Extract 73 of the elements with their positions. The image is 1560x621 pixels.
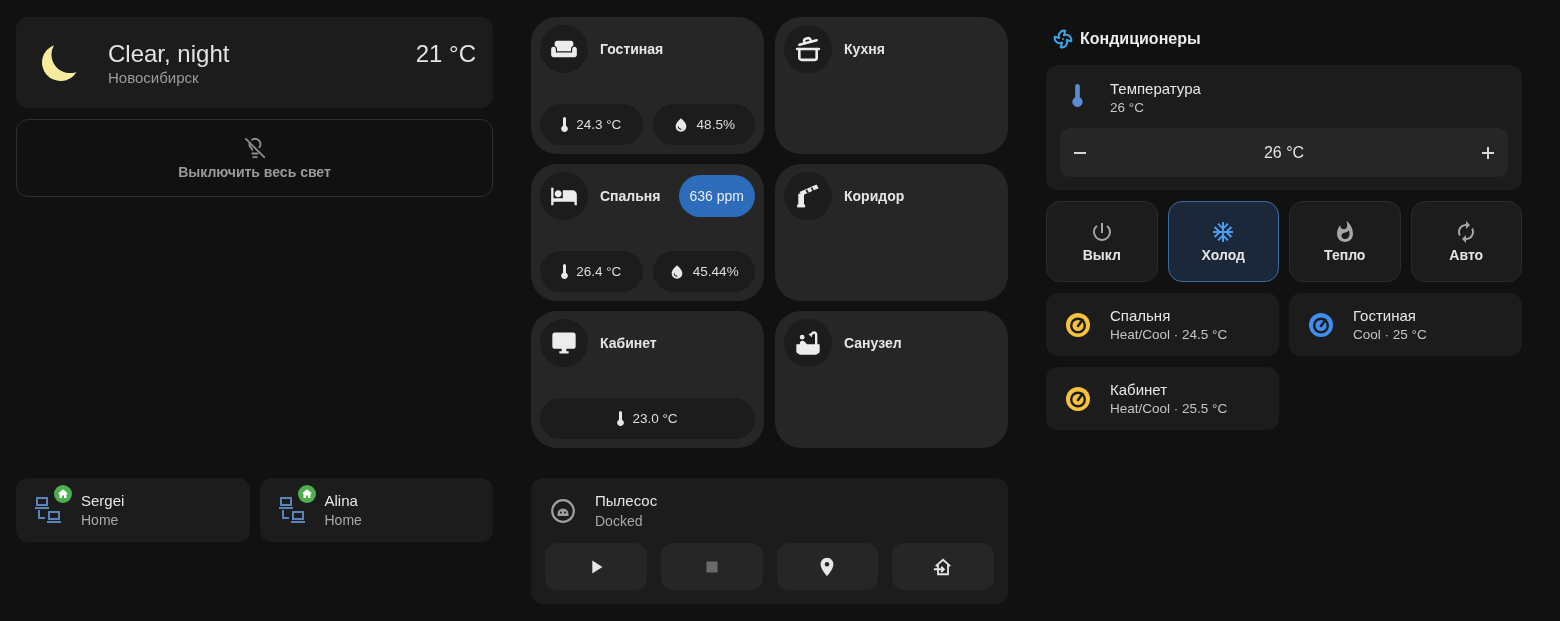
weather-temperature: 21 °C: [415, 38, 476, 69]
room-card[interactable]: Кухня: [775, 17, 1008, 154]
sensor-value: 23.0 °C: [632, 411, 678, 426]
sensor-value: 26.4 °C: [576, 264, 622, 279]
section-title: Кондиционеры: [1080, 30, 1201, 48]
person-name: Alina: [324, 491, 359, 511]
sensor-value: 48.5%: [696, 117, 735, 132]
person-state: Home: [81, 511, 120, 529]
mode-button[interactable]: Выкл: [1046, 201, 1158, 282]
mode-button[interactable]: Холод: [1167, 201, 1279, 282]
thermometer-icon: [617, 411, 625, 426]
room-card[interactable]: Гостиная 24.3 °C 48.5%: [531, 17, 764, 154]
room-name: Гостиная: [600, 41, 665, 57]
room-name: Спальня: [600, 188, 662, 204]
bed-icon: [540, 172, 588, 220]
monitor-icon: [540, 319, 588, 367]
home-badge-icon: [54, 485, 72, 503]
sensor-value: 45.44%: [692, 264, 739, 279]
climate-unit-card[interactable]: Спальня Heat/Cool · 24.5 °C: [1046, 293, 1279, 356]
fan-icon: [1053, 29, 1073, 49]
room-card[interactable]: Санузел: [775, 311, 1008, 448]
locate-button[interactable]: [776, 543, 879, 590]
room-name: Коридор: [844, 188, 906, 204]
person-name: Sergei: [81, 491, 125, 511]
person-card[interactable]: Sergei Home: [16, 478, 250, 542]
temperature-name: Температура: [1110, 79, 1201, 99]
climate-unit-card[interactable]: Кабинет Heat/Cool · 25.5 °C: [1046, 367, 1279, 430]
increase-button[interactable]: [1482, 146, 1494, 159]
unit-state: Heat/Cool · 24.5 °C: [1110, 325, 1228, 344]
sensor-value: 24.3 °C: [576, 117, 622, 132]
unit-name: Кабинет: [1110, 379, 1169, 400]
room-card[interactable]: Кабинет 23.0 °C: [531, 311, 764, 448]
unit-name: Гостиная: [1353, 305, 1417, 326]
network-laptops-icon: [35, 496, 63, 524]
person-card[interactable]: Alina Home: [259, 478, 493, 542]
home-badge-icon: [297, 485, 316, 503]
weather-location: Новосибирск: [108, 68, 200, 87]
room-name: Кабинет: [600, 335, 658, 351]
moon-icon: [42, 44, 77, 81]
thermometer-icon: [561, 264, 569, 279]
room-card[interactable]: Спальня 636 ppm 26.4 °C 45.44%: [531, 164, 764, 301]
weather-condition: Clear, night: [108, 38, 230, 69]
thermometer-icon: [1070, 84, 1085, 107]
decrease-button[interactable]: [1074, 151, 1086, 154]
minus-icon: [1074, 151, 1086, 154]
reading-badge: 636 ppm: [678, 175, 755, 217]
target-temperature: 26 °C: [1263, 143, 1305, 162]
plus-icon: [1482, 146, 1494, 159]
climate-unit-card[interactable]: Гостиная Cool · 25 °C: [1289, 293, 1522, 356]
home-arrow-icon: [933, 557, 954, 576]
vacuum-name: Пылесос: [595, 492, 658, 510]
temperature-state: 26 °C: [1110, 99, 1145, 117]
thermometer-icon: [561, 117, 569, 132]
room-name: Санузел: [844, 335, 903, 351]
cooking-pot-icon: [784, 25, 832, 73]
unit-name: Спальня: [1110, 305, 1172, 326]
lights-off-button[interactable]: Выключить весь свет: [16, 119, 493, 197]
sofa-icon: [540, 25, 588, 73]
snowflake-icon: [1211, 220, 1236, 244]
person-state: Home: [324, 511, 362, 529]
unit-state: Cool · 25 °C: [1353, 325, 1427, 344]
robot-vacuum-icon: [551, 499, 575, 523]
mode-button[interactable]: Авто: [1410, 201, 1522, 282]
bathtub-icon: [784, 319, 832, 367]
vacuum-state: Docked: [595, 512, 644, 531]
room-card[interactable]: Коридор: [775, 164, 1008, 301]
mode-button[interactable]: Тепло: [1289, 201, 1401, 282]
unit-state: Heat/Cool · 25.5 °C: [1110, 399, 1228, 418]
room-name: Кухня: [844, 41, 886, 57]
barrier-icon: [784, 172, 832, 220]
return-home-button[interactable]: [892, 543, 994, 590]
lightbulb-off-icon: [243, 136, 266, 159]
network-laptops-icon: [278, 496, 307, 524]
